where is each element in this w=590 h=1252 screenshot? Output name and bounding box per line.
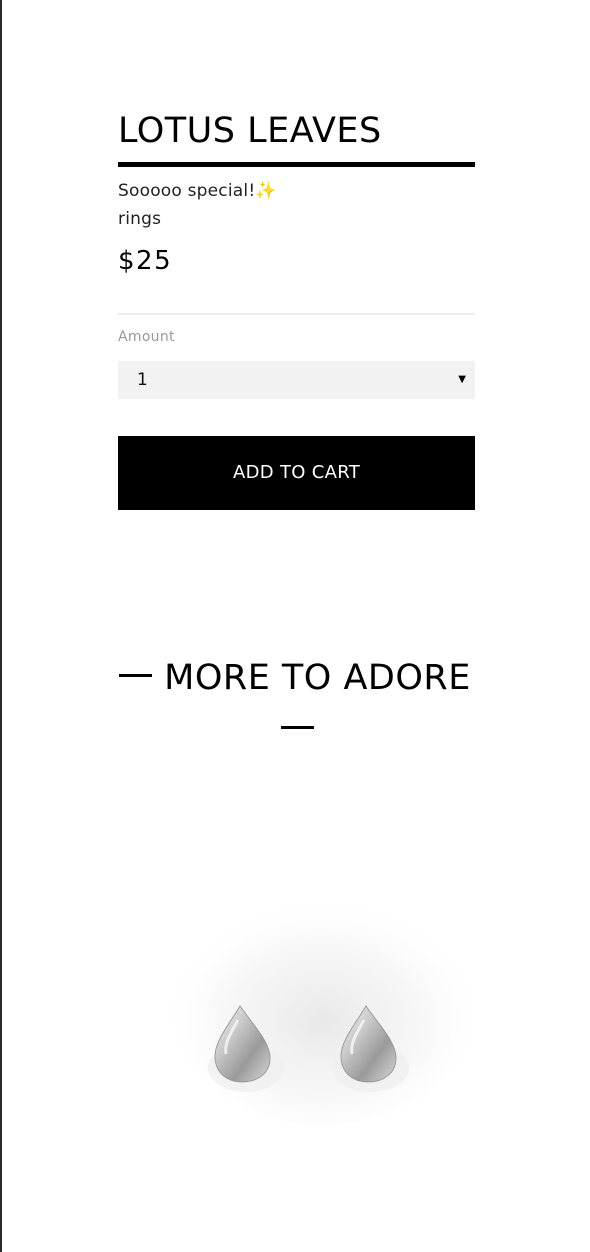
product-description: Sooooo special!✨ [118,181,277,201]
more-to-adore-title: MORE TO ADORE [164,658,471,698]
heading-dash-bottom [281,726,314,729]
amount-select-value: 1 [137,370,148,390]
amount-select[interactable]: 1 ▼ [118,361,475,399]
title-underline [118,162,475,167]
page-left-border [0,0,2,1252]
earrings-image [173,895,473,1125]
more-to-adore-heading: MORE TO ADORE [0,656,590,700]
divider [118,313,475,315]
add-to-cart-button[interactable]: ADD TO CART [118,436,475,510]
product-price: $25 [118,246,173,276]
amount-label: Amount [118,329,175,345]
related-product-image[interactable] [118,830,475,1252]
chevron-down-icon: ▼ [458,374,466,385]
heading-dash-left [119,673,153,677]
product-details: LOTUS LEAVES Sooooo special!✨ rings $25 … [118,108,475,510]
product-category: rings [118,209,162,229]
product-title: LOTUS LEAVES [118,111,382,151]
